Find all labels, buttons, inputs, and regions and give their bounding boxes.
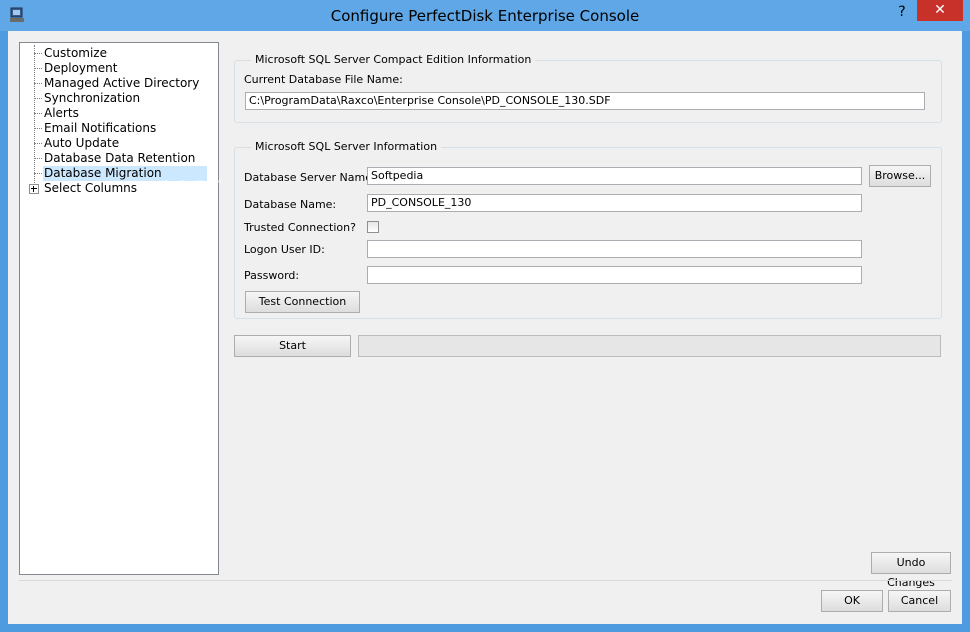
trusted-connection-label: Trusted Connection? bbox=[244, 221, 356, 234]
tree-item-label: Customize bbox=[44, 46, 107, 60]
logon-user-id-input[interactable] bbox=[367, 240, 862, 258]
tree-item-email-notifications[interactable]: Email Notifications bbox=[20, 121, 218, 136]
tree-item-customize[interactable]: Customize bbox=[20, 46, 218, 61]
browse-button[interactable]: Browse... bbox=[869, 165, 931, 187]
ok-button[interactable]: OK bbox=[821, 590, 883, 612]
footer-divider bbox=[19, 580, 952, 581]
help-button[interactable]: ? bbox=[889, 2, 915, 22]
dialog-window: Configure PerfectDisk Enterprise Console… bbox=[0, 0, 970, 632]
logon-user-id-label: Logon User ID: bbox=[244, 243, 325, 256]
tree-item-label: Synchronization bbox=[44, 91, 141, 105]
tree-item-auto-update[interactable]: Auto Update bbox=[20, 136, 218, 151]
expand-plus-icon[interactable] bbox=[29, 184, 39, 194]
title-bar[interactable]: Configure PerfectDisk Enterprise Console… bbox=[0, 0, 970, 31]
settings-panel: Microsoft SQL Server Compact Edition Inf… bbox=[224, 42, 951, 547]
window-title: Configure PerfectDisk Enterprise Console bbox=[330, 7, 640, 25]
migration-progress-bar bbox=[358, 335, 941, 357]
tree-item-database-data-retention[interactable]: Database Data Retention bbox=[20, 151, 218, 166]
tree-item-deployment[interactable]: Deployment bbox=[20, 61, 218, 76]
db-name-label: Database Name: bbox=[244, 198, 337, 211]
start-button[interactable]: Start bbox=[234, 335, 351, 357]
tree-item-synchronization[interactable]: Synchronization bbox=[20, 91, 218, 106]
close-button[interactable]: ✕ bbox=[917, 0, 963, 21]
tree-item-label: Email Notifications bbox=[44, 121, 157, 135]
settings-tree[interactable]: Customize Deployment Managed Active Dire… bbox=[19, 42, 219, 575]
group-title: Microsoft SQL Server Information bbox=[251, 140, 442, 154]
db-server-name-input[interactable]: Softpedia bbox=[367, 167, 862, 185]
test-connection-button[interactable]: Test Connection bbox=[245, 291, 360, 313]
tree-item-alerts[interactable]: Alerts bbox=[20, 106, 218, 121]
tree-item-label: Select Columns bbox=[44, 181, 138, 195]
db-server-name-label: Database Server Name: bbox=[244, 171, 376, 184]
group-title: Microsoft SQL Server Compact Edition Inf… bbox=[251, 53, 536, 67]
tree-item-managed-active-directory[interactable]: Managed Active Directory bbox=[20, 76, 218, 91]
tree-item-label: Deployment bbox=[44, 61, 118, 75]
tree-item-label: Database Data Retention bbox=[44, 151, 196, 165]
undo-changes-button[interactable]: Undo Changes bbox=[871, 552, 951, 589]
sql-server-group: Microsoft SQL Server Information Databas… bbox=[234, 140, 942, 319]
password-input[interactable] bbox=[367, 266, 862, 284]
password-label: Password: bbox=[244, 269, 300, 282]
trusted-connection-checkbox[interactable] bbox=[367, 221, 379, 233]
current-db-file-field[interactable]: C:\ProgramData\Raxco\Enterprise Console\… bbox=[245, 92, 925, 110]
compact-edition-group: Microsoft SQL Server Compact Edition Inf… bbox=[234, 53, 942, 123]
current-db-file-label: Current Database File Name: bbox=[244, 73, 403, 86]
cancel-button[interactable]: Cancel bbox=[888, 590, 951, 612]
dialog-client-area: Customize Deployment Managed Active Dire… bbox=[8, 31, 962, 624]
tree-item-label: Alerts bbox=[44, 106, 79, 120]
tree-item-label: Managed Active Directory bbox=[44, 76, 200, 90]
db-name-input[interactable]: PD_CONSOLE_130 bbox=[367, 194, 862, 212]
tree-item-label: Auto Update bbox=[44, 136, 120, 150]
